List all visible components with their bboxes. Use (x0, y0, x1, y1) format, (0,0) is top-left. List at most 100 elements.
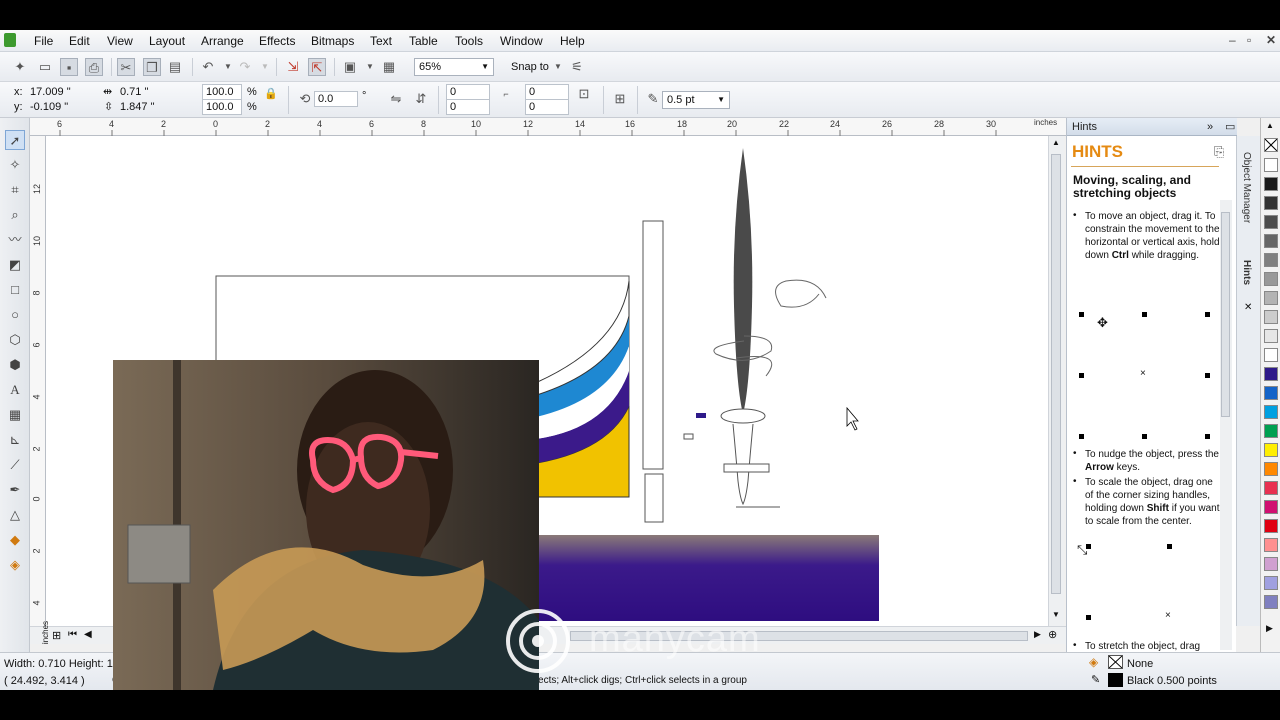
menu-layout[interactable]: Layout (149, 34, 185, 48)
tab-object-manager[interactable]: Object Manager (1241, 152, 1252, 223)
corner-radius-top-left-field[interactable]: 0 (446, 84, 490, 100)
color-swatch[interactable] (1264, 329, 1278, 343)
open-folder-icon[interactable]: ▭ (36, 58, 54, 76)
horizontal-ruler[interactable]: 6 4 2 0 2 4 6 8 10 12 14 16 18 20 22 24 … (30, 118, 1066, 136)
menu-table[interactable]: Table (409, 34, 438, 48)
scale-y-field[interactable]: 100.0 (202, 99, 242, 115)
lock-corners-icon[interactable]: ⊡ (575, 85, 593, 103)
expand-icon[interactable]: » (1207, 118, 1213, 136)
color-swatch[interactable] (1264, 196, 1278, 210)
basic-shapes-tool-icon[interactable]: ⬢ (5, 355, 25, 375)
menu-text[interactable]: Text (370, 34, 392, 48)
hints-book-icon[interactable]: ⎘ (1214, 144, 1224, 160)
color-swatch[interactable] (1264, 253, 1278, 267)
prev-page-icon[interactable]: ◀ (84, 629, 92, 640)
color-swatch[interactable] (1264, 215, 1278, 229)
application-launcher-icon[interactable]: ▣ (341, 58, 359, 76)
menu-tools[interactable]: Tools (455, 34, 483, 48)
menu-effects[interactable]: Effects (259, 34, 295, 48)
docker-scrollbar[interactable] (1220, 200, 1232, 650)
color-swatch[interactable] (1264, 405, 1278, 419)
zoom-tool-icon[interactable]: ⌕ (5, 205, 25, 225)
freehand-tool-icon[interactable]: 〰 (5, 230, 25, 250)
tab-hints[interactable]: Hints (1241, 260, 1252, 285)
rotation-angle-field[interactable]: 0.0 (314, 91, 358, 107)
menu-bitmaps[interactable]: Bitmaps (311, 34, 354, 48)
color-swatch[interactable] (1264, 234, 1278, 248)
color-swatch[interactable] (1264, 291, 1278, 305)
lock-ratio-icon[interactable]: 🔒 (262, 85, 280, 103)
vertical-scrollbar[interactable]: ▲ ▼ (1048, 136, 1064, 626)
export-icon[interactable]: ⇱ (308, 58, 326, 76)
smart-fill-tool-icon[interactable]: ◩ (5, 255, 25, 275)
eyedropper-tool-icon[interactable]: ✒ (5, 480, 25, 500)
connector-tool-icon[interactable]: ⟋ (5, 455, 25, 475)
table-tool-icon[interactable]: ▦ (5, 405, 25, 425)
restore-icon[interactable]: ▫ (1247, 33, 1251, 47)
color-swatch[interactable] (1264, 462, 1278, 476)
palette-flyout-icon[interactable]: ▶ (1266, 623, 1273, 634)
corner-link-icon[interactable]: ⌐ (497, 85, 515, 103)
save-icon[interactable]: ▪ (60, 58, 78, 76)
menu-window[interactable]: Window (500, 34, 543, 48)
color-swatch[interactable] (1264, 310, 1278, 324)
scroll-right-icon[interactable]: ▶ (1034, 629, 1041, 640)
redo-dropdown-icon[interactable]: ▼ (256, 58, 274, 76)
corner-radius-bottom-right-field[interactable]: 0 (525, 99, 569, 115)
shape-tool-icon[interactable]: ✧ (5, 155, 25, 175)
color-swatch[interactable] (1264, 557, 1278, 571)
scroll-up-icon[interactable]: ▲ (1052, 138, 1060, 147)
object-width-field[interactable]: 0.71 " (116, 84, 186, 100)
interactive-fill-tool-icon[interactable]: ◈ (5, 555, 25, 575)
outline-tool-icon[interactable]: △ (5, 505, 25, 525)
ellipse-tool-icon[interactable]: ○ (5, 305, 25, 325)
menu-help[interactable]: Help (560, 34, 585, 48)
scroll-down-icon[interactable]: ▼ (1052, 610, 1060, 619)
pick-tool-icon[interactable]: ➚ (5, 130, 25, 150)
dimension-tool-icon[interactable]: ⊾ (5, 430, 25, 450)
crop-tool-icon[interactable]: ⌗ (5, 180, 25, 200)
new-document-icon[interactable]: ✦ (11, 58, 29, 76)
fill-indicator-icon[interactable]: ◈ (1089, 655, 1098, 669)
outline-pen-indicator-icon[interactable]: ✎ (1091, 673, 1100, 686)
y-position-field[interactable]: -0.109 " (26, 99, 96, 115)
app-icon[interactable] (4, 33, 16, 47)
snap-to-dropdown-icon[interactable]: ▼ (549, 58, 567, 76)
object-height-field[interactable]: 1.847 " (116, 99, 186, 115)
color-swatch[interactable] (1264, 386, 1278, 400)
color-swatch[interactable] (1264, 177, 1278, 191)
menu-file[interactable]: File (34, 34, 53, 48)
rectangle-tool-icon[interactable]: □ (5, 280, 25, 300)
close-icon[interactable]: ✕ (1266, 33, 1276, 47)
color-swatch[interactable] (1264, 348, 1278, 362)
welcome-screen-icon[interactable]: ▦ (380, 58, 398, 76)
color-swatch[interactable] (1264, 424, 1278, 438)
wrap-text-icon[interactable]: ⊞ (611, 90, 629, 108)
mirror-vertical-icon[interactable]: ⇵ (412, 90, 430, 108)
docker-minimize-icon[interactable]: ▭ (1225, 118, 1235, 136)
color-swatch[interactable] (1264, 158, 1278, 172)
corner-radius-bottom-left-field[interactable]: 0 (446, 99, 490, 115)
menu-view[interactable]: View (107, 34, 133, 48)
launcher-dropdown-icon[interactable]: ▼ (361, 58, 379, 76)
outline-width-dropdown[interactable]: 0.5 pt ▼ (662, 91, 730, 109)
color-swatch[interactable] (1264, 481, 1278, 495)
copy-icon[interactable]: ❐ (143, 58, 161, 76)
first-page-icon[interactable]: ⏮ (68, 629, 77, 640)
vertical-scroll-thumb[interactable] (1051, 154, 1061, 594)
color-swatch[interactable] (1264, 443, 1278, 457)
menu-edit[interactable]: Edit (69, 34, 90, 48)
color-swatch[interactable] (1264, 519, 1278, 533)
palette-scroll-up-icon[interactable]: ▲ (1266, 121, 1274, 130)
zoom-levels-dropdown[interactable]: 65% ▼ (414, 58, 494, 76)
menu-arrange[interactable]: Arrange (201, 34, 244, 48)
scale-x-field[interactable]: 100.0 (202, 84, 242, 100)
snap-to-label[interactable]: Snap to (511, 60, 549, 74)
undo-icon[interactable]: ↶ (199, 58, 217, 76)
no-color-swatch[interactable] (1264, 138, 1278, 152)
print-icon[interactable]: ⎙ (85, 58, 103, 76)
close-tab-icon[interactable]: ✕ (1244, 302, 1252, 313)
color-swatch[interactable] (1264, 595, 1278, 609)
color-swatch[interactable] (1264, 272, 1278, 286)
mirror-horizontal-icon[interactable]: ⇋ (387, 90, 405, 108)
